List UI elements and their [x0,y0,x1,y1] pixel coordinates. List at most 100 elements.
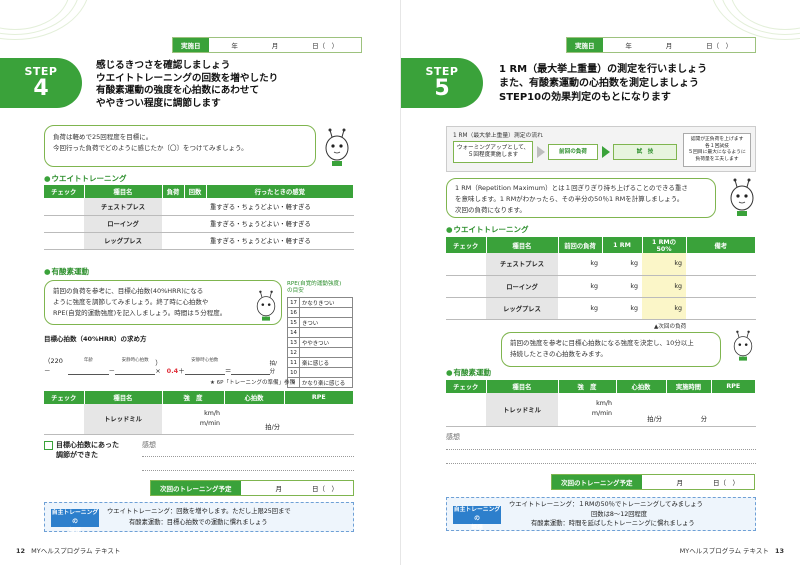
next-month[interactable]: 月 [677,477,684,487]
duration-cell[interactable]: 分 [666,393,711,427]
remarks-cell[interactable] [686,253,756,276]
heart-rate-cell[interactable]: 拍/分 [224,404,284,435]
col-header: RPE [711,380,756,393]
col-header: 強 度 [558,380,617,393]
table-row: トレッドミル km/h m/min 拍/分 分 [446,393,756,427]
page-12: 実施日 年 月 日（ ） STEP 4 感じるきつさを確認しましょう ウエイトト… [0,0,400,565]
half-1rm-cell[interactable]: kg [642,297,686,320]
intensity-cell[interactable]: km/h m/min [162,404,224,435]
remarks-cell[interactable] [686,275,756,298]
check-cell[interactable] [44,404,84,435]
next-training-label: 次回のトレーニング予定 [552,475,642,489]
date-day: 日（ ） [312,42,339,50]
check-cell[interactable] [44,198,84,216]
flow-trial: 試 技 [613,144,677,160]
impression-line[interactable] [446,449,756,450]
table-row: レッグプレス kg kg kg [446,297,756,320]
prev-load-cell[interactable]: kg [558,275,602,298]
impression-line[interactable] [446,463,756,464]
exercise-name: トレッドミル [486,393,558,427]
feel-options[interactable]: 重すぎる・ちょうどよい・軽すぎる [206,215,354,233]
step-title: 感じるきつさを確認しましょう ウエイトトレーニングの回数を増やしたり 有酸素運動… [96,60,278,110]
check-cell[interactable] [446,393,486,427]
check-cell[interactable] [44,232,84,250]
check-cell[interactable] [446,253,486,276]
footer: MYヘルスプログラム テキスト 13 [680,545,784,555]
reps-cell[interactable] [184,215,206,233]
flow-warmup: ウォーミングアップとして、 ５回程度実施します [453,141,533,163]
step-number: 5 [434,76,450,101]
reference-note: ★ 6P「トレーニングの準備」参照 [210,380,295,386]
1rm-info-bubble: 1 RM（Repetition Maximum）とは１回ぎりぎり持ち上げることの… [446,178,716,218]
hr-adjust-checkbox[interactable] [44,441,53,450]
aerobic-table: チェック 種目名 強 度 心拍数 実施時間 RPE トレッドミル km/h m/… [446,380,756,427]
col-header: 備考 [686,237,756,253]
title-line: 有酸素運動の強度を心拍数にあわせて [96,85,260,96]
col-header: 前回の負荷 [558,237,603,253]
next-month[interactable]: 月 [276,483,283,493]
date-bar: 実施日 年 月 日（ ） [566,37,756,53]
flow-prev-load: 前回の負荷 [548,144,598,160]
arrow-right-icon [537,146,545,158]
remarks-cell[interactable] [686,297,756,320]
load-cell[interactable] [162,232,184,250]
load-cell[interactable] [162,198,184,216]
check-cell[interactable] [44,215,84,233]
hint-bubble: 負荷は軽めで25回程度を目標に。 今回行った負荷でどのように感じたか〔〇〕をつけ… [44,125,316,167]
rpe-cell[interactable] [711,393,756,427]
col-header: RPE [284,391,354,404]
next-load-note: ▲次回の負荷 [654,324,687,330]
reps-cell[interactable] [184,232,206,250]
half-1rm-cell[interactable]: kg [642,253,686,276]
1rm-cell[interactable]: kg [602,275,642,298]
load-cell[interactable] [162,215,184,233]
reps-cell[interactable] [184,198,206,216]
rpe-title: RPE(自覚的運動強度) [287,281,342,287]
impression-line[interactable] [142,456,354,457]
col-header: 1 RMの50% [642,237,687,253]
heart-rate-cell[interactable]: 拍/分 [616,393,666,427]
next-day[interactable]: 日（ ） [713,477,739,487]
footer-title: MYヘルスプログラム テキスト [679,547,769,555]
rpe-cell[interactable] [284,404,354,435]
col-header: 種目名 [84,185,163,198]
exercise-name: トレッドミル [84,404,162,435]
date-day: 日（ ） [706,42,733,50]
age-field[interactable]: 年齢 [68,358,109,375]
prev-load-cell[interactable]: kg [558,297,602,320]
check-cell[interactable] [446,275,486,298]
next-training-bar: 次回のトレーニング予定 月 日（ ） [551,474,755,490]
page-number: 12 [16,547,26,555]
resting-hr-field[interactable]: 安静時心拍数 [115,358,156,375]
feel-options[interactable]: 重すぎる・ちょうどよい・軽すぎる [206,198,354,216]
table-row: トレッドミル km/h m/min 拍/分 [44,404,354,435]
prev-load-cell[interactable]: kg [558,253,602,276]
aerobic-table: チェック 種目名 強 度 心拍数 RPE トレッドミル km/h m/min 拍… [44,391,354,435]
feel-options[interactable]: 重すぎる・ちょうどよい・軽すぎる [206,232,354,250]
weight-training-table: チェック 種目名 負荷 回数 行ったときの感覚 チェストプレス 重すぎる・ちょう… [44,185,354,250]
col-header: 種目名 [486,237,559,253]
mascot-icon [256,290,276,321]
table-row: レッグプレス 重すぎる・ちょうどよい・軽すぎる [44,232,354,250]
date-month: 月 [271,42,279,50]
date-label: 実施日 [567,38,603,52]
target-hr-result[interactable] [231,365,270,375]
aerobic-heading: 有酸素運動 [44,266,90,277]
col-header: チェック [44,391,85,404]
title-line: STEP10の効果判定のもとになります [499,92,671,103]
1rm-cell[interactable]: kg [602,253,642,276]
resting-hr-field-2[interactable]: 安静時心拍数 [184,358,225,375]
col-header: チェック [44,185,85,198]
half-1rm-cell[interactable]: kg [642,275,686,298]
table-row: ローイング 重すぎる・ちょうどよい・軽すぎる [44,215,354,233]
intensity-cell[interactable]: km/h m/min [558,393,616,427]
rpe-scale: RPE(自覚的運動強度) の目安 17 かなりきつい 16 15 きつい 14 13… [287,281,353,388]
next-day[interactable]: 日（ ） [312,483,338,493]
check-cell[interactable] [446,297,486,320]
1rm-cell[interactable]: kg [602,297,642,320]
exercise-name: チェストプレス [486,253,558,276]
col-header: 種目名 [84,391,163,404]
impression-line[interactable] [142,470,354,471]
exercise-name: チェストプレス [84,198,162,216]
col-header: 強 度 [162,391,225,404]
